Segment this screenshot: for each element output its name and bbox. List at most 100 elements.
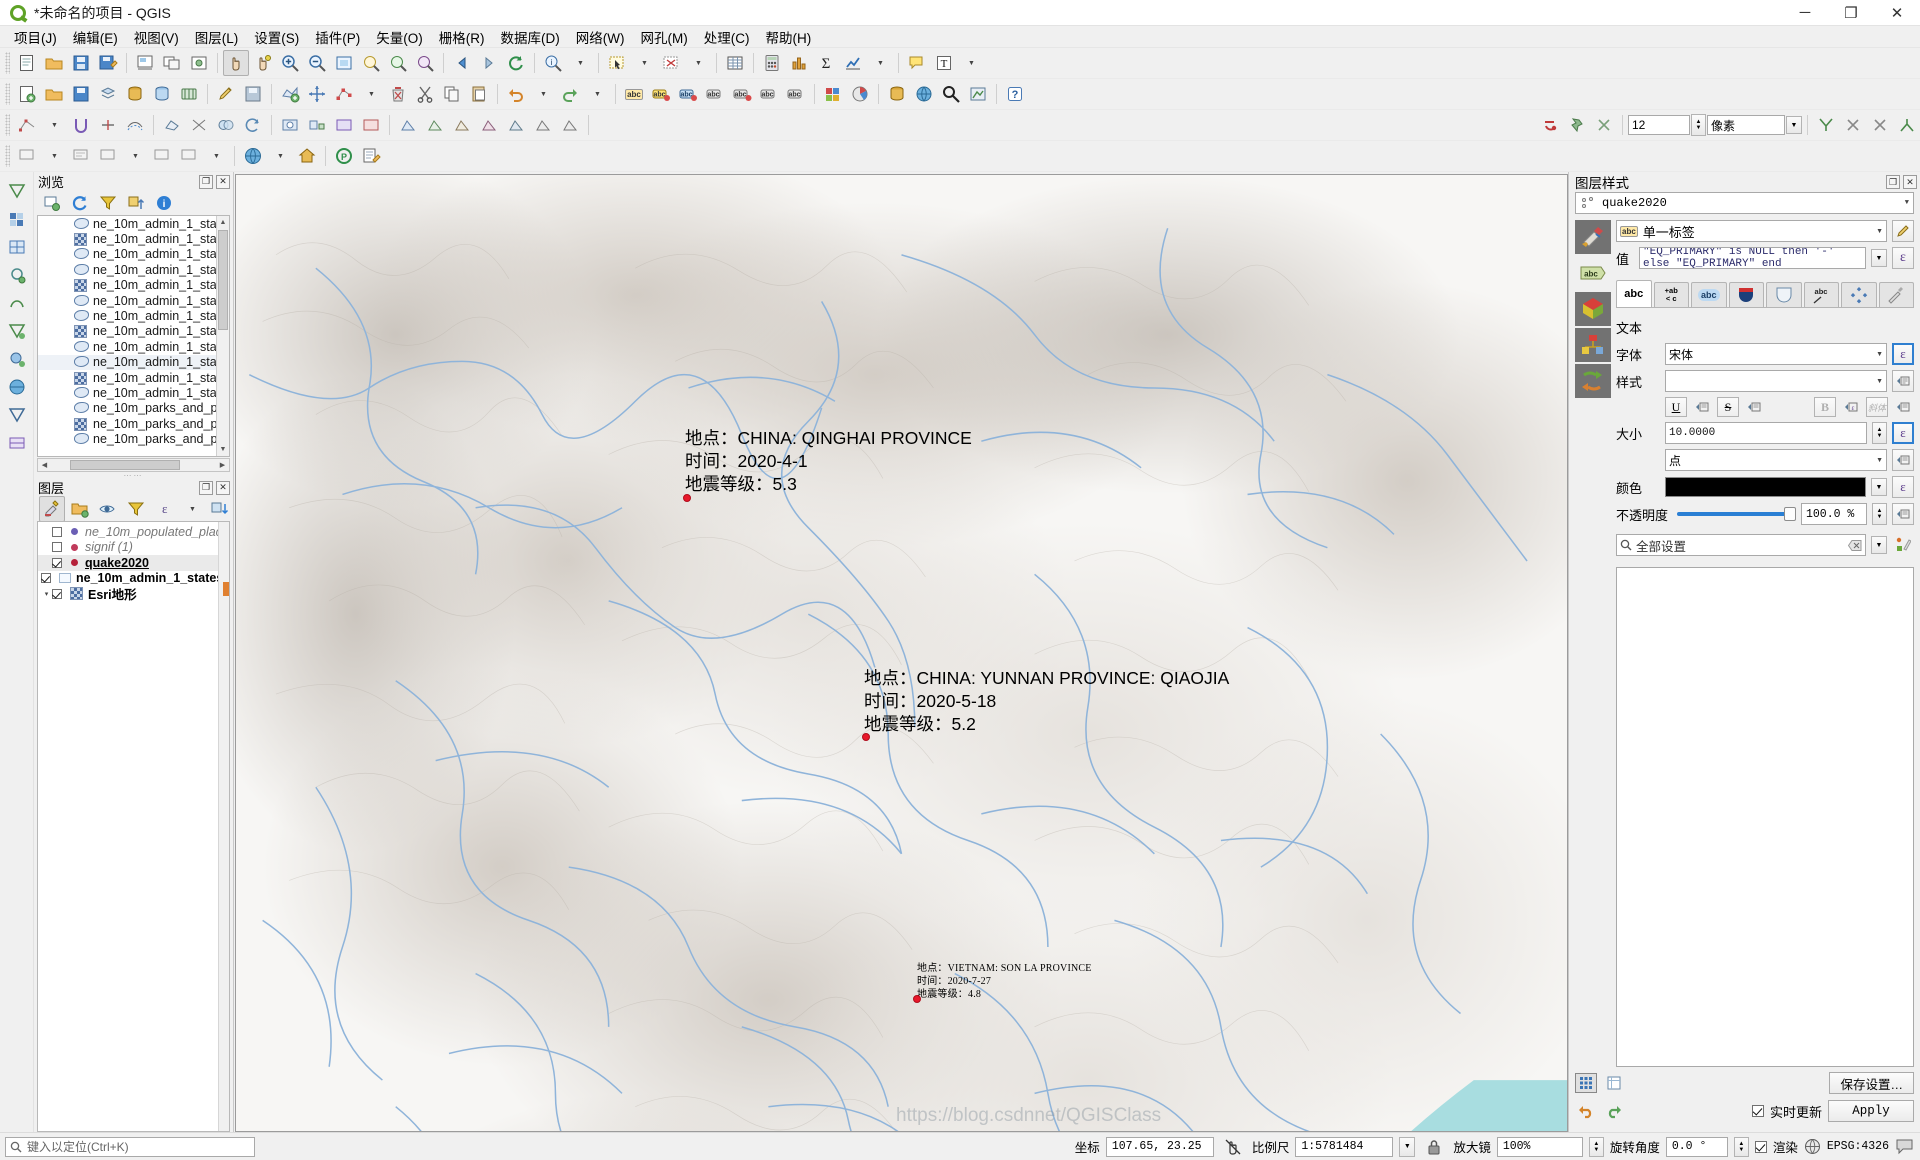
tab-shadow[interactable]: abc: [1804, 282, 1840, 307]
browser-float-button[interactable]: ❐: [199, 175, 213, 189]
magnifier-value[interactable]: 100%: [1497, 1137, 1583, 1157]
text-annotation-icon[interactable]: T: [931, 50, 957, 76]
python-console-icon[interactable]: P: [331, 143, 357, 169]
menu-mesh[interactable]: 网孔(M): [632, 25, 695, 49]
browser-item[interactable]: ne_10m_parks_and_pro: [38, 431, 229, 446]
add-raster-layer-icon[interactable]: [3, 206, 31, 231]
opacity-slider[interactable]: [1677, 504, 1796, 524]
svg-annotation-icon[interactable]: [176, 143, 202, 169]
browser-item[interactable]: ne_10m_admin_1_states: [38, 355, 229, 370]
menu-view[interactable]: 视图(V): [126, 25, 187, 49]
scroll-left-arrow[interactable]: ◀: [38, 459, 51, 471]
db-manager-icon[interactable]: [884, 81, 910, 107]
label-change-icon[interactable]: abc: [783, 81, 809, 107]
globe-icon[interactable]: [1804, 1138, 1821, 1155]
tab-mask[interactable]: [1729, 282, 1765, 307]
undo-dropdown-icon[interactable]: ▼: [530, 81, 556, 107]
delete-ring-icon[interactable]: [358, 112, 384, 138]
expression-editor-button[interactable]: ε: [1892, 247, 1914, 269]
scroll-up-arrow[interactable]: ▲: [217, 216, 229, 229]
label-align-2-icon[interactable]: [1840, 112, 1866, 138]
zoom-next-icon[interactable]: [476, 50, 502, 76]
style-select[interactable]: ▼: [1665, 370, 1887, 392]
label-settings-button[interactable]: [1892, 220, 1914, 242]
toolbar-grip[interactable]: [5, 114, 10, 136]
zoom-in-icon[interactable]: [277, 50, 303, 76]
save-project-icon[interactable]: [68, 50, 94, 76]
label-move-icon[interactable]: abc: [729, 81, 755, 107]
browser-item[interactable]: ne_10m_admin_1_states: [38, 231, 229, 246]
browser-item[interactable]: ne_10m_admin_1_states: [38, 324, 229, 339]
add-feature-icon[interactable]: [277, 81, 303, 107]
messages-icon[interactable]: [1895, 1138, 1915, 1155]
add-delimited-text-icon[interactable]: [3, 262, 31, 287]
new-print-layout-icon[interactable]: [132, 50, 158, 76]
menu-edit[interactable]: 编辑(E): [65, 25, 126, 49]
paste-features-icon[interactable]: [466, 81, 492, 107]
label-mode-select[interactable]: abc 单一标签 ▼: [1616, 220, 1887, 242]
layer-visibility-checkbox[interactable]: [52, 558, 62, 568]
annotation-dropdown3-icon[interactable]: ▼: [203, 143, 229, 169]
toolbar-grip[interactable]: [5, 145, 10, 167]
style-manager-icon[interactable]: [820, 81, 846, 107]
redo-icon[interactable]: [1603, 1101, 1625, 1121]
menu-processing[interactable]: 处理(C): [696, 25, 758, 49]
layer-visibility-checkbox[interactable]: [52, 589, 62, 599]
georeferencer-icon[interactable]: [965, 81, 991, 107]
size-data-defined-button[interactable]: ε: [1892, 422, 1914, 444]
select-features-icon[interactable]: [604, 50, 630, 76]
new-vector-layer-icon[interactable]: [3, 178, 31, 203]
scroll-right-arrow[interactable]: ▶: [216, 459, 229, 471]
add-ring-icon[interactable]: [277, 112, 303, 138]
settings-search-dropdown[interactable]: ▼: [1871, 536, 1887, 554]
layout-manager-icon[interactable]: [159, 50, 185, 76]
toggle-editing-icon[interactable]: [213, 81, 239, 107]
label-size-input[interactable]: 12: [1628, 115, 1690, 135]
menu-database[interactable]: 数据库(D): [493, 25, 568, 49]
web-browser-icon[interactable]: [911, 81, 937, 107]
browser-tree[interactable]: ne_10m_admin_1_states ne_10m_admin_1_stat…: [37, 215, 230, 457]
grid-view-icon[interactable]: [1575, 1073, 1597, 1093]
lock-icon[interactable]: [1421, 1134, 1447, 1160]
label-size-spinner[interactable]: ▲▼: [1691, 114, 1706, 136]
settings-list-area[interactable]: [1616, 567, 1914, 1067]
fill-ring-icon[interactable]: [331, 112, 357, 138]
add-group-icon[interactable]: [67, 496, 93, 522]
layer-item[interactable]: signif (1): [38, 540, 229, 556]
browser-horizontal-scrollbar[interactable]: ◀ ▶: [37, 458, 230, 472]
size-spinner[interactable]: ▲▼: [1872, 422, 1887, 444]
label-align-1-icon[interactable]: [1813, 112, 1839, 138]
move-annotation-icon[interactable]: [95, 143, 121, 169]
tab-background[interactable]: [1766, 282, 1802, 307]
mesh-edit-5-icon[interactable]: [503, 112, 529, 138]
label-align-4-icon[interactable]: [1894, 112, 1920, 138]
zoom-out-icon[interactable]: [304, 50, 330, 76]
rotate-feature-icon[interactable]: [240, 112, 266, 138]
layer-selector-caret[interactable]: ▼: [1905, 200, 1909, 207]
layer-visibility-checkbox[interactable]: [41, 573, 51, 583]
layer-item[interactable]: ne_10m_populated_place: [38, 524, 229, 540]
quake-point-qinghai[interactable]: [683, 494, 691, 502]
refresh-map-icon[interactable]: [503, 50, 529, 76]
label-size-unit-dropdown[interactable]: ▼: [1786, 116, 1802, 134]
layer-visibility-checkbox[interactable]: [52, 542, 62, 552]
browser-vertical-scrollbar[interactable]: ▲ ▼: [216, 216, 229, 456]
crs-value[interactable]: EPSG:4326: [1827, 1140, 1889, 1153]
strikethrough-override-button[interactable]: [1743, 397, 1765, 417]
value-expression-input[interactable]: "EQ_PRIMARY" is NULL then '-' else "EQ_P…: [1639, 247, 1866, 269]
menu-plugins[interactable]: 插件(P): [307, 25, 368, 49]
identify-dropdown-icon[interactable]: ▼: [567, 50, 593, 76]
add-wcs-layer-icon[interactable]: [3, 374, 31, 399]
browser-item[interactable]: ne_10m_parks_and_pro: [38, 401, 229, 416]
undo-icon[interactable]: [503, 81, 529, 107]
labels-tab[interactable]: abc: [1575, 256, 1611, 290]
cut-features-icon[interactable]: [412, 81, 438, 107]
mesh-edit-7-icon[interactable]: [557, 112, 583, 138]
zoom-full-icon[interactable]: [331, 50, 357, 76]
layers-close-button[interactable]: ✕: [216, 481, 230, 495]
add-selected-layers-icon[interactable]: [39, 190, 65, 216]
python-editor-icon[interactable]: [358, 143, 384, 169]
size-unit-override-button[interactable]: [1892, 449, 1914, 471]
split-features-icon[interactable]: [186, 112, 212, 138]
tab-rendering[interactable]: [1879, 282, 1915, 307]
